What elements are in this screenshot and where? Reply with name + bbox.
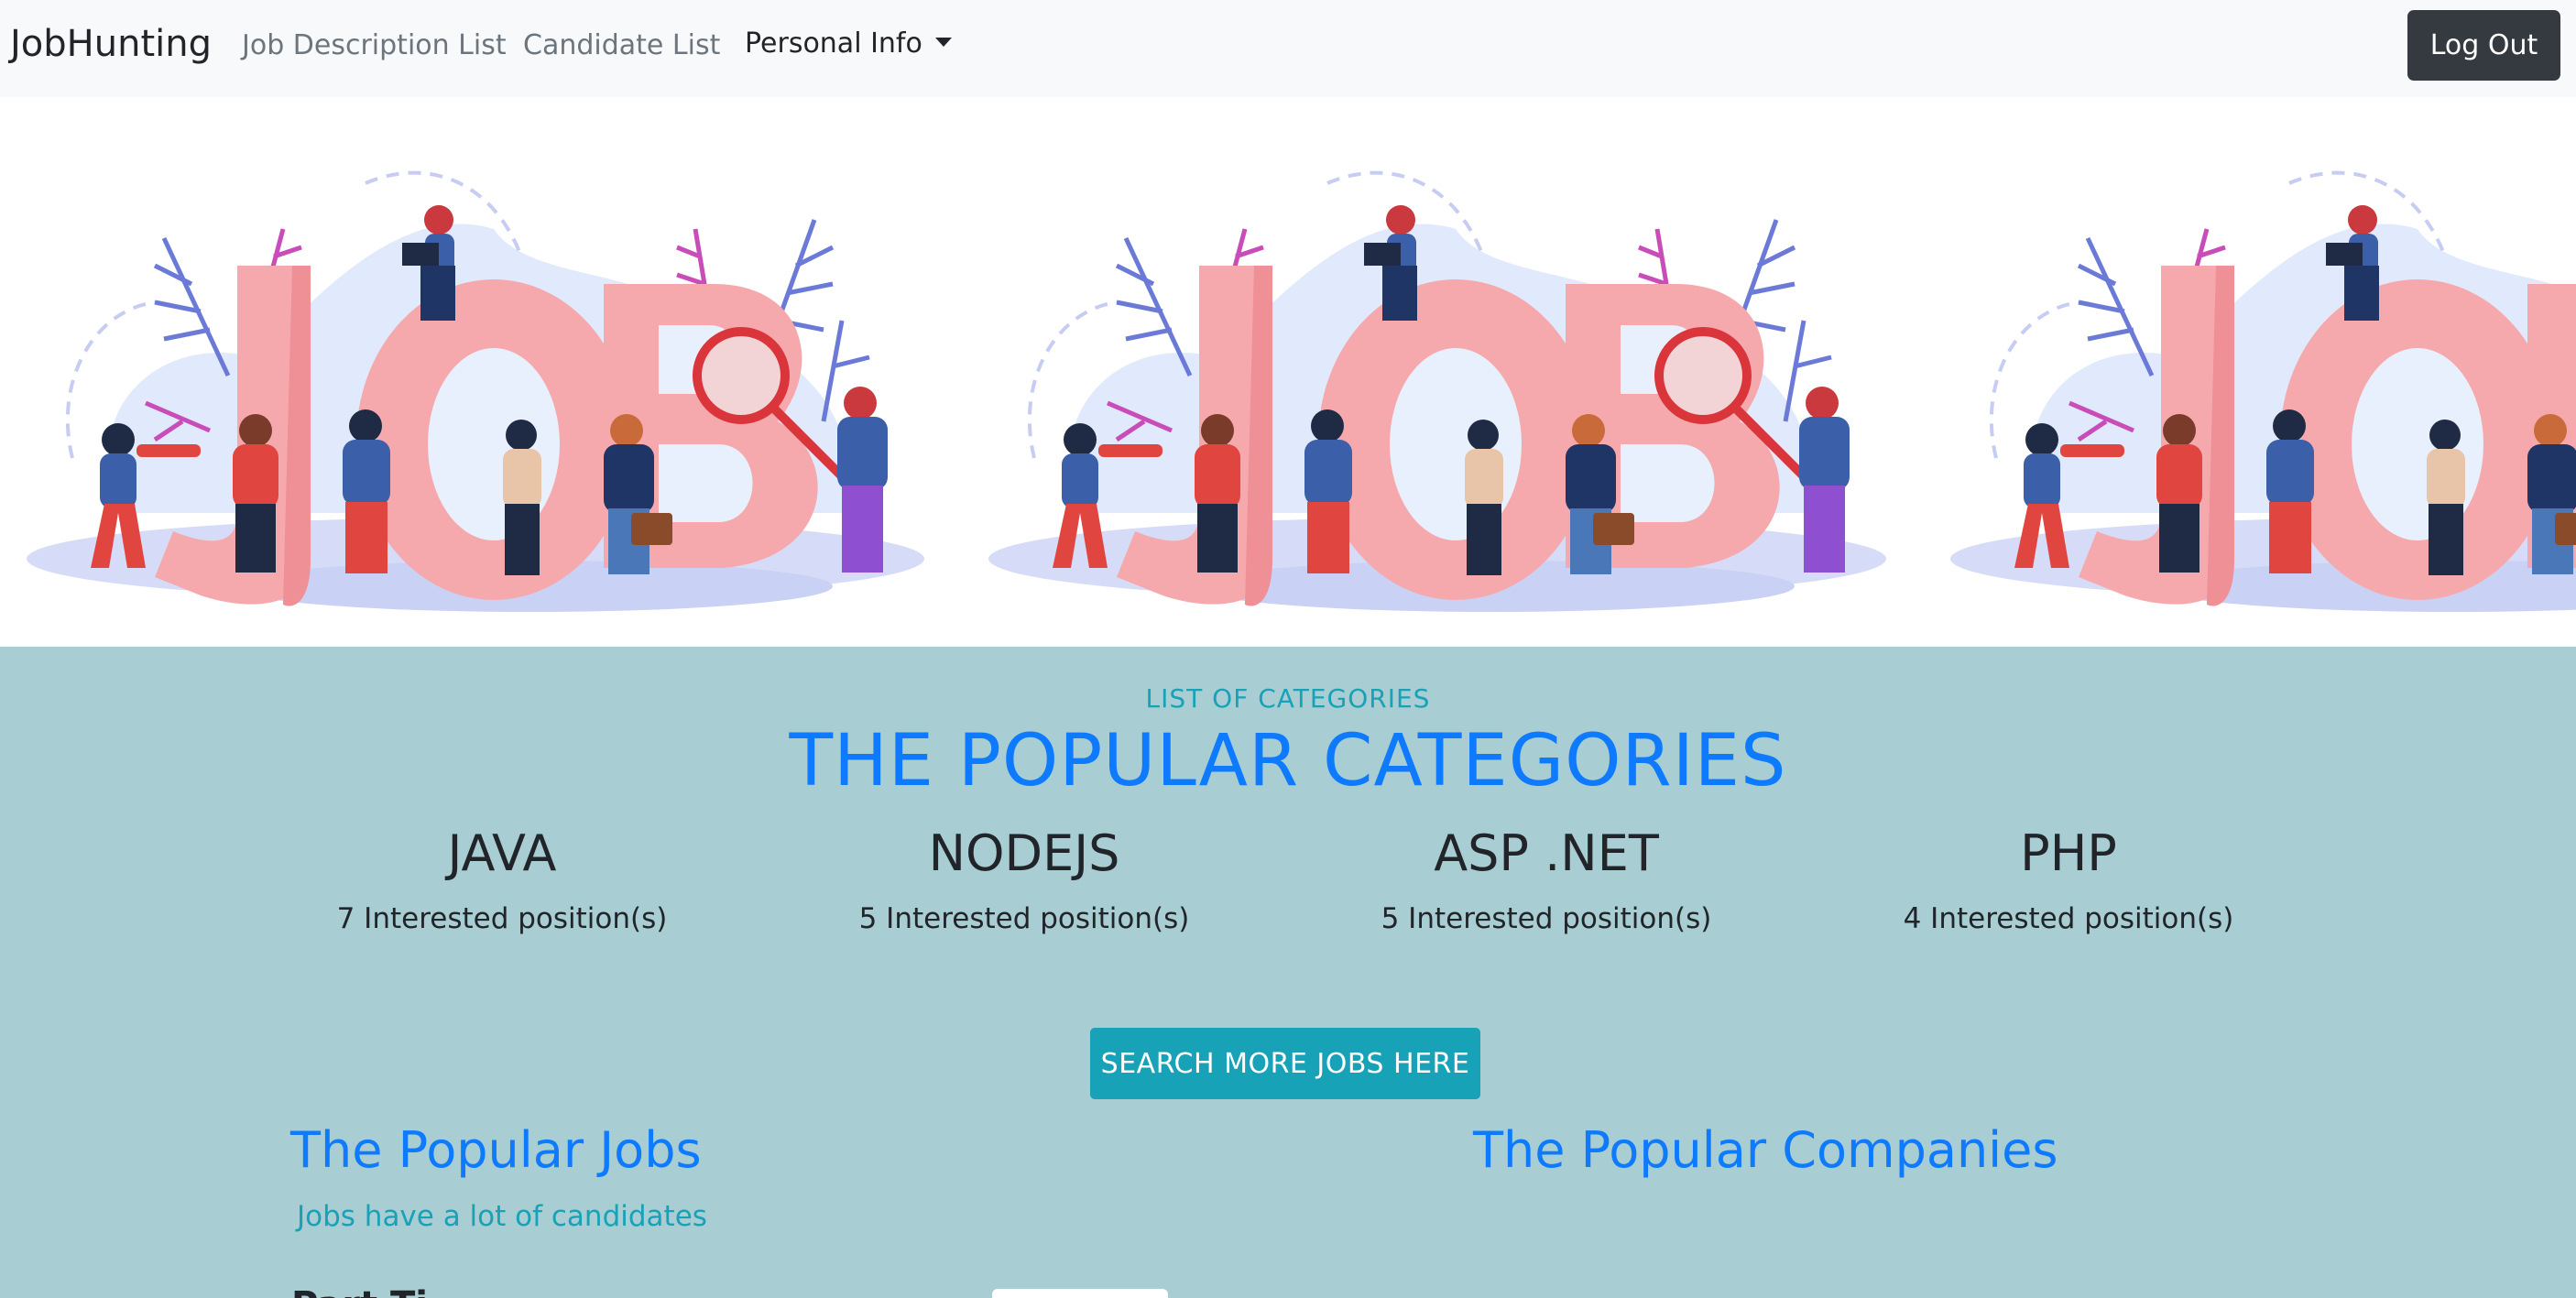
search-more-jobs-button[interactable]: SEARCH MORE JOBS HERE bbox=[1090, 1028, 1480, 1099]
category-card[interactable]: NODEJS 5 Interested position(s) bbox=[795, 824, 1253, 936]
nav-job-description-list[interactable]: Job Description List bbox=[242, 29, 507, 61]
section-kicker: LIST OF CATEGORIES bbox=[1145, 683, 1431, 714]
category-count: 5 Interested position(s) bbox=[858, 902, 1190, 936]
logout-button[interactable]: Log Out bbox=[2407, 10, 2560, 81]
popular-categories-section: LIST OF CATEGORIES THE POPULAR CATEGORIE… bbox=[0, 647, 2576, 1298]
nav-personal-info-dropdown[interactable]: Personal Info bbox=[745, 27, 952, 60]
category-card[interactable]: JAVA 7 Interested position(s) bbox=[273, 824, 731, 936]
category-name: ASP .NET bbox=[1434, 824, 1659, 882]
category-name: NODEJS bbox=[928, 824, 1120, 882]
personal-info-label: Personal Info bbox=[745, 27, 922, 60]
section-title: THE POPULAR CATEGORIES bbox=[789, 720, 1787, 802]
nav-candidate-list[interactable]: Candidate List bbox=[523, 29, 720, 61]
job-illustration bbox=[1937, 128, 2576, 641]
job-illustration bbox=[13, 128, 938, 641]
brand-logo[interactable]: JobHunting bbox=[10, 23, 212, 65]
popular-jobs-subtitle: Jobs have a lot of candidates bbox=[297, 1200, 707, 1233]
top-navbar: JobHunting Job Description List Candidat… bbox=[0, 0, 2576, 97]
category-card[interactable]: PHP 4 Interested position(s) bbox=[1839, 824, 2298, 936]
category-card[interactable]: ASP .NET 5 Interested position(s) bbox=[1317, 824, 1775, 936]
category-count: 7 Interested position(s) bbox=[336, 902, 668, 936]
hero-banner bbox=[0, 97, 2576, 647]
category-count: 5 Interested position(s) bbox=[1381, 902, 1712, 936]
job-item-title[interactable]: Part Ti bbox=[291, 1284, 428, 1298]
category-name: PHP bbox=[2020, 824, 2117, 882]
category-name: JAVA bbox=[447, 824, 557, 882]
popular-companies-title: The Popular Companies bbox=[1473, 1121, 2058, 1179]
job-item-badge bbox=[992, 1289, 1168, 1298]
category-count: 4 Interested position(s) bbox=[1903, 902, 2234, 936]
popular-jobs-title: The Popular Jobs bbox=[290, 1121, 702, 1179]
job-illustration bbox=[975, 128, 1900, 641]
chevron-down-icon bbox=[934, 38, 952, 47]
